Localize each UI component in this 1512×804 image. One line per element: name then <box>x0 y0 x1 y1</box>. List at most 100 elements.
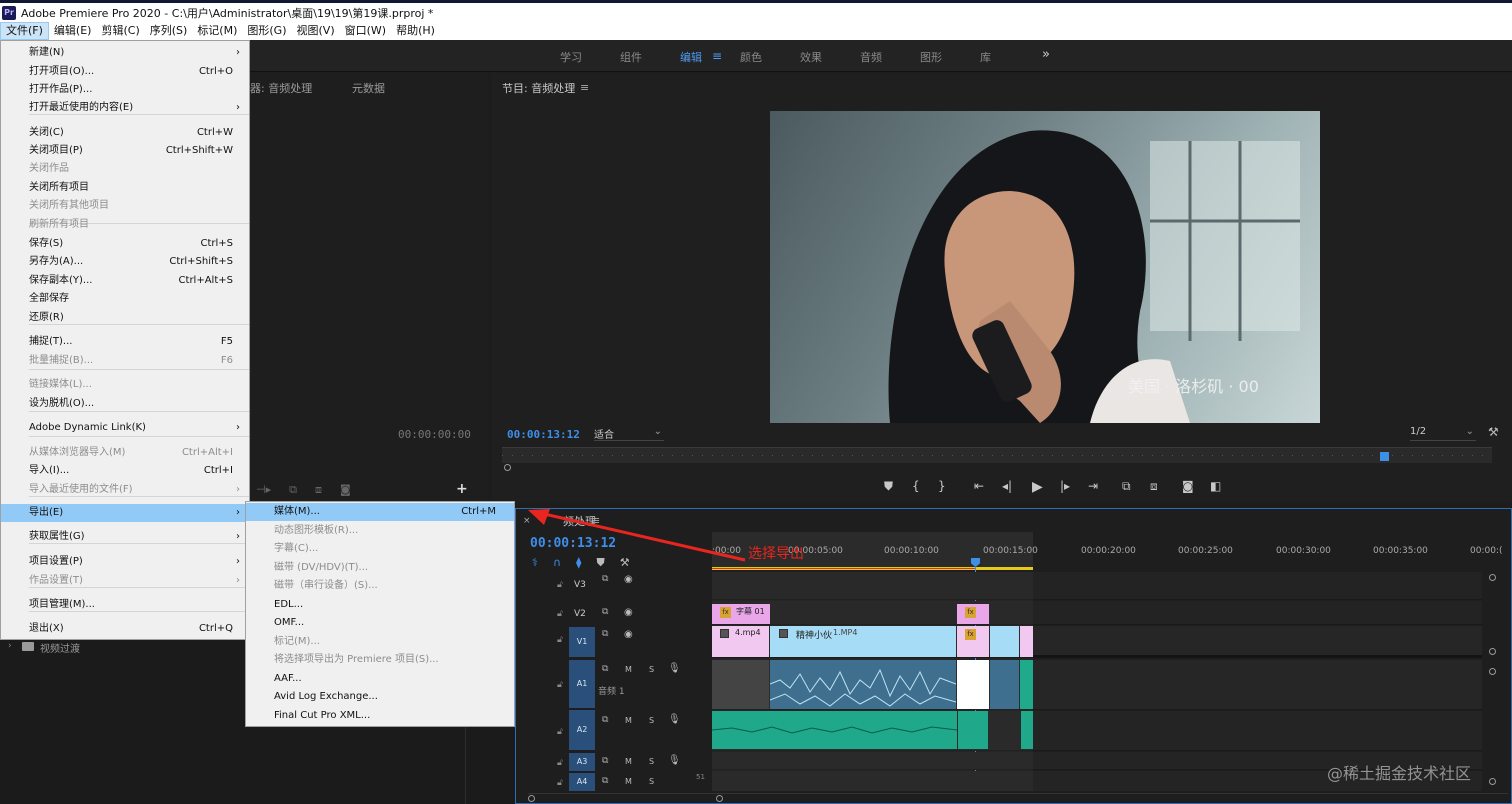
file-menu-item[interactable]: 退出(X) Ctrl+Q <box>1 620 249 638</box>
mark-in-icon[interactable]: { <box>912 479 920 493</box>
metadata-tab[interactable]: 元数据 <box>352 80 385 96</box>
workspace-color[interactable]: 颜色 <box>740 49 762 65</box>
file-menu-item[interactable]: 关闭所有项目 <box>1 179 249 197</box>
program-scrub-bar[interactable] <box>502 447 1492 463</box>
workspace-learn[interactable]: 学习 <box>560 49 582 65</box>
file-menu-item[interactable]: 全部保存 <box>1 290 249 308</box>
lock-icon[interactable]: 🔓︎ <box>557 727 563 737</box>
file-menu-item[interactable]: 设为脱机(O)... <box>1 395 249 413</box>
add-marker-icon[interactable]: ⛊ <box>884 479 893 494</box>
audio-clip-a1-b[interactable] <box>957 660 989 709</box>
track-a3-target[interactable]: A3 <box>569 753 595 771</box>
clip-v1-e[interactable] <box>1020 626 1033 657</box>
file-menu-item[interactable]: 保存(S) Ctrl+S <box>1 235 249 253</box>
track-a2-target[interactable]: A2 <box>569 710 595 750</box>
insert-icon[interactable]: ⧉ <box>289 483 297 497</box>
solo-button[interactable]: S <box>649 716 654 725</box>
microphone-icon[interactable]: 🎙︎ <box>668 663 681 674</box>
audio-vertical-scrollbar[interactable] <box>1489 668 1496 788</box>
workspace-effects[interactable]: 效果 <box>800 49 822 65</box>
workspace-editing[interactable]: 编辑 <box>680 49 702 65</box>
menu-sequence[interactable]: 序列(S) <box>145 22 193 40</box>
menu-window[interactable]: 窗口(W) <box>340 22 391 40</box>
mute-button[interactable]: M <box>625 777 632 786</box>
sync-lock-icon[interactable]: ⧉ <box>602 715 608 725</box>
solo-button[interactable]: S <box>649 757 654 766</box>
mute-button[interactable]: M <box>625 757 632 766</box>
eye-icon[interactable]: ◉ <box>624 629 633 640</box>
menu-clip[interactable]: 剪辑(C) <box>96 22 144 40</box>
playhead-marker[interactable] <box>1380 452 1389 461</box>
microphone-icon[interactable]: 🎙︎ <box>668 714 681 725</box>
lock-icon[interactable]: 🔓︎ <box>557 635 563 645</box>
track-a1-target[interactable]: A1 <box>569 660 595 708</box>
sync-lock-icon[interactable]: ⧉ <box>602 776 608 786</box>
export-menu-item[interactable]: EDL... <box>246 596 514 614</box>
program-timecode[interactable]: 00:00:13:12 <box>507 428 580 441</box>
solo-button[interactable]: S <box>649 777 654 786</box>
lock-icon[interactable]: 🔓︎ <box>557 580 563 590</box>
menu-graphics[interactable]: 图形(G) <box>242 22 291 40</box>
workspace-libraries[interactable]: 库 <box>980 49 991 65</box>
step-back-icon[interactable]: ⊣▸ <box>256 483 271 497</box>
menu-help[interactable]: 帮助(H) <box>391 22 440 40</box>
clip-v1-c[interactable]: fx <box>957 626 989 657</box>
camera-icon[interactable]: ◙ <box>340 483 351 497</box>
eye-icon[interactable]: ◉ <box>624 574 633 585</box>
export-menu-item[interactable]: 媒体(M)... Ctrl+M <box>246 503 514 521</box>
folder-chevron-icon[interactable]: › <box>8 641 12 651</box>
track-a4-target[interactable]: A4 <box>569 773 595 791</box>
clip-4mp4[interactable]: 4.mp4 <box>712 626 769 657</box>
workspace-more-icon[interactable]: » <box>1042 47 1050 62</box>
scroll-handle-bottom[interactable] <box>1489 648 1496 655</box>
video-vertical-scrollbar[interactable] <box>1489 574 1496 655</box>
audio-clip-a1-d[interactable] <box>1020 660 1033 709</box>
file-menu-item[interactable]: 导出(E) › <box>1 504 249 522</box>
file-menu-item[interactable]: 还原(R) <box>1 309 249 327</box>
lock-icon[interactable]: 🔓︎ <box>557 609 563 619</box>
file-menu-item[interactable]: 打开项目(O)... Ctrl+O <box>1 63 249 81</box>
mute-button[interactable]: M <box>625 665 632 674</box>
microphone-icon[interactable]: 🎙︎ <box>668 755 681 766</box>
eye-icon[interactable]: ◉ <box>624 607 633 618</box>
sync-lock-icon[interactable]: ⧉ <box>602 607 608 617</box>
fit-dropdown[interactable]: 适合 ⌄ <box>594 426 664 441</box>
program-title[interactable]: 节目: 音频处理 <box>502 80 575 96</box>
step-forward-icon[interactable]: |▸ <box>1060 479 1070 493</box>
scroll-handle-left[interactable] <box>528 795 535 802</box>
sync-lock-icon[interactable]: ⧉ <box>602 756 608 766</box>
file-menu-item[interactable]: 另存为(A)... Ctrl+Shift+S <box>1 253 249 271</box>
clip-v2-b[interactable]: fx <box>957 604 989 624</box>
sync-lock-icon[interactable]: ⧉ <box>602 629 608 639</box>
comparison-view-icon[interactable]: ◧ <box>1210 479 1221 493</box>
workspace-menu-icon[interactable]: ≡ <box>712 49 722 63</box>
scroll-handle-right[interactable] <box>716 795 723 802</box>
file-menu-item[interactable]: Adobe Dynamic Link(K) › <box>1 419 249 437</box>
timeline-horizontal-scrollbar[interactable] <box>528 793 1508 802</box>
export-menu-item[interactable]: OMF... <box>246 614 514 632</box>
clip-1mp4[interactable]: 精神小伙 1.MP4 <box>770 626 956 657</box>
menu-file[interactable]: 文件(F) <box>0 22 49 40</box>
lock-icon[interactable]: 🔓︎ <box>557 778 563 788</box>
sync-lock-icon[interactable]: ⧉ <box>602 664 608 674</box>
file-menu-item[interactable]: 保存副本(Y)... Ctrl+Alt+S <box>1 272 249 290</box>
workspace-audio[interactable]: 音频 <box>860 49 882 65</box>
wrench-icon[interactable]: ⚒ <box>1488 425 1499 439</box>
scrub-start-handle[interactable] <box>504 464 511 471</box>
export-frame-camera-icon[interactable]: ◙ <box>1182 479 1194 493</box>
sync-lock-icon[interactable]: ⧉ <box>602 574 608 584</box>
audio-clip-a2-b[interactable] <box>958 711 988 749</box>
go-to-out-icon[interactable]: ⇥ <box>1088 479 1098 493</box>
export-menu-item[interactable]: Avid Log Exchange... <box>246 688 514 706</box>
scroll-handle-bottom[interactable] <box>1489 778 1496 785</box>
file-menu-item[interactable]: 项目设置(P) › <box>1 553 249 571</box>
workspace-assembly[interactable]: 组件 <box>620 49 642 65</box>
export-menu-item[interactable]: Final Cut Pro XML... <box>246 707 514 725</box>
track-v1-target[interactable]: V1 <box>569 627 595 657</box>
audio-clip-a1-c[interactable] <box>990 660 1019 709</box>
program-menu-icon[interactable]: ≡ <box>580 81 589 94</box>
mute-button[interactable]: M <box>625 716 632 725</box>
play-icon[interactable]: ▶ <box>1032 479 1043 495</box>
menu-markers[interactable]: 标记(M) <box>192 22 242 40</box>
file-menu-item[interactable]: 导入(I)... Ctrl+I <box>1 462 249 480</box>
